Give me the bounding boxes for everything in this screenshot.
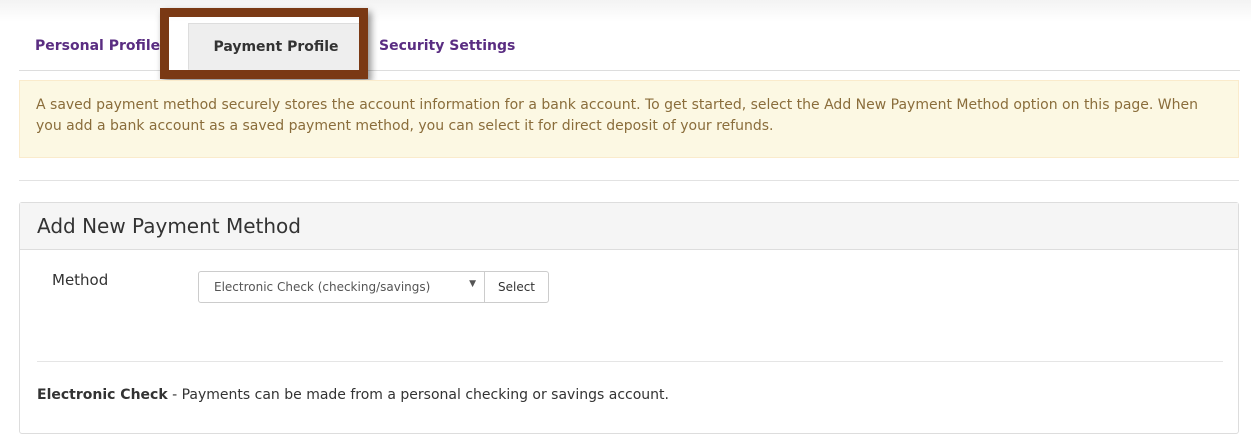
note-bold: Electronic Check (37, 387, 168, 403)
method-select-value: Electronic Check (checking/savings) (214, 280, 431, 294)
panel-title: Add New Payment Method (37, 214, 301, 238)
method-label: Method (52, 271, 109, 289)
tab-security-settings[interactable]: Security Settings (379, 23, 515, 69)
tab-payment-profile[interactable]: Payment Profile (188, 23, 364, 70)
tab-personal-profile[interactable]: Personal Profile (35, 23, 160, 69)
alert-text: A saved payment method securely stores t… (36, 97, 1199, 134)
note-text: - Payments can be made from a personal c… (167, 387, 669, 403)
select-button[interactable]: Select (484, 271, 549, 303)
section-divider (19, 180, 1239, 181)
payment-note: Electronic Check - Payments can be made … (37, 387, 669, 403)
profile-tabs: Personal Profile Payment Profile Securit… (19, 23, 1240, 71)
panel-divider (37, 361, 1223, 362)
caret-down-icon: ▼ (469, 279, 476, 289)
panel-heading: Add New Payment Method (20, 203, 1238, 250)
add-payment-method-panel: Add New Payment Method Method Electronic… (19, 202, 1239, 434)
info-alert: A saved payment method securely stores t… (19, 80, 1239, 158)
method-select[interactable]: Electronic Check (checking/savings) ▼ (198, 271, 485, 303)
top-shadow (0, 0, 1251, 22)
